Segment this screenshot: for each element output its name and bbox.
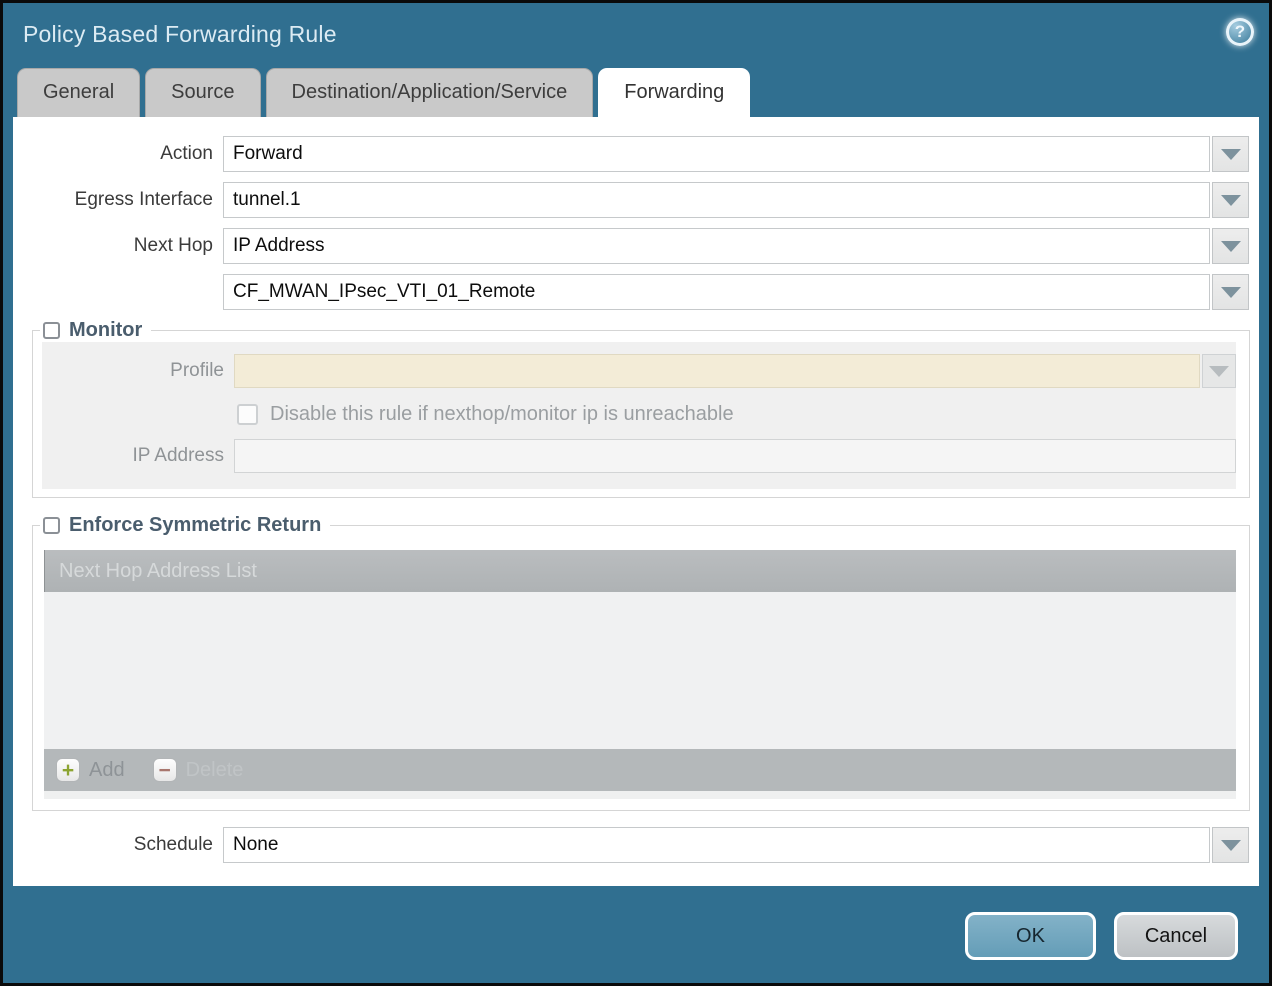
next-hop-type-dropdown-button[interactable] [1212, 228, 1249, 264]
disable-rule-label: Disable this rule if nexthop/monitor ip … [270, 403, 734, 426]
enforce-symmetric-return-checkbox[interactable] [43, 517, 60, 534]
help-glyph: ? [1235, 22, 1245, 42]
forwarding-tab-panel: Action Egress Interface Next Hop [13, 117, 1259, 886]
monitor-legend-label: Monitor [69, 319, 142, 342]
monitor-panel: Profile Disable this rule if nexthop/mon… [42, 342, 1236, 489]
profile-row: Profile [42, 354, 1236, 388]
profile-label: Profile [42, 360, 234, 382]
next-hop-address-input[interactable] [223, 274, 1210, 310]
tab-forwarding[interactable]: Forwarding [598, 68, 750, 117]
dialog-title: Policy Based Forwarding Rule [23, 21, 337, 48]
next-hop-address-list-table: Next Hop Address List + Add − Delete [44, 550, 1236, 799]
monitor-ip-address-label: IP Address [42, 445, 234, 467]
schedule-input[interactable] [223, 827, 1210, 863]
monitor-fieldset: Monitor Profile Disable this rule if nex… [32, 330, 1250, 498]
egress-interface-input[interactable] [223, 182, 1210, 218]
dialog-titlebar: Policy Based Forwarding Rule ? [3, 3, 1269, 68]
disable-rule-checkbox [237, 404, 258, 425]
disable-rule-row: Disable this rule if nexthop/monitor ip … [237, 399, 1236, 429]
delete-button-label: Delete [186, 759, 244, 782]
plus-icon: + [56, 758, 80, 782]
profile-dropdown-button [1202, 354, 1236, 388]
schedule-label: Schedule [13, 834, 223, 856]
enforce-legend: Enforce Symmetric Return [40, 514, 330, 537]
next-hop-address-list-body[interactable] [44, 592, 1236, 749]
monitor-legend: Monitor [40, 319, 151, 342]
chevron-down-icon [1221, 149, 1241, 160]
pbf-rule-dialog: Policy Based Forwarding Rule ? General S… [0, 0, 1272, 986]
cancel-button[interactable]: Cancel [1114, 912, 1238, 960]
next-hop-address-row [13, 274, 1259, 310]
egress-interface-row: Egress Interface [13, 182, 1259, 218]
egress-interface-label: Egress Interface [13, 189, 223, 211]
monitor-ip-address-input [234, 439, 1236, 473]
help-icon[interactable]: ? [1226, 18, 1254, 46]
tab-general[interactable]: General [17, 68, 140, 117]
action-row: Action [13, 136, 1259, 172]
minus-icon: − [153, 758, 177, 782]
chevron-down-icon [1221, 241, 1241, 252]
next-hop-address-list-header: Next Hop Address List [44, 550, 1236, 592]
schedule-dropdown-button[interactable] [1212, 827, 1249, 863]
monitor-checkbox[interactable] [43, 322, 60, 339]
add-button[interactable]: + Add [56, 758, 125, 782]
egress-interface-dropdown-button[interactable] [1212, 182, 1249, 218]
ok-button[interactable]: OK [965, 912, 1096, 960]
profile-input [234, 354, 1200, 388]
dialog-footer: OK Cancel [3, 886, 1269, 960]
action-input[interactable] [223, 136, 1210, 172]
next-hop-label: Next Hop [13, 235, 223, 257]
monitor-ip-address-row: IP Address [42, 439, 1236, 473]
chevron-down-icon [1209, 366, 1229, 377]
chevron-down-icon [1221, 195, 1241, 206]
schedule-row: Schedule [13, 827, 1259, 863]
next-hop-type-input[interactable] [223, 228, 1210, 264]
next-hop-row: Next Hop [13, 228, 1259, 264]
next-hop-address-list-toolbar: + Add − Delete [44, 749, 1236, 791]
tab-source[interactable]: Source [145, 68, 260, 117]
enforce-symmetric-return-fieldset: Enforce Symmetric Return Next Hop Addres… [32, 525, 1250, 811]
tab-bar: General Source Destination/Application/S… [3, 68, 1269, 117]
chevron-down-icon [1221, 287, 1241, 298]
tab-destination-application-service[interactable]: Destination/Application/Service [266, 68, 594, 117]
action-label: Action [13, 143, 223, 165]
action-dropdown-button[interactable] [1212, 136, 1249, 172]
next-hop-address-dropdown-button[interactable] [1212, 274, 1249, 310]
add-button-label: Add [89, 759, 125, 782]
enforce-legend-label: Enforce Symmetric Return [69, 514, 321, 537]
delete-button: − Delete [153, 758, 244, 782]
chevron-down-icon [1221, 840, 1241, 851]
table-bottom-strip [44, 791, 1236, 799]
